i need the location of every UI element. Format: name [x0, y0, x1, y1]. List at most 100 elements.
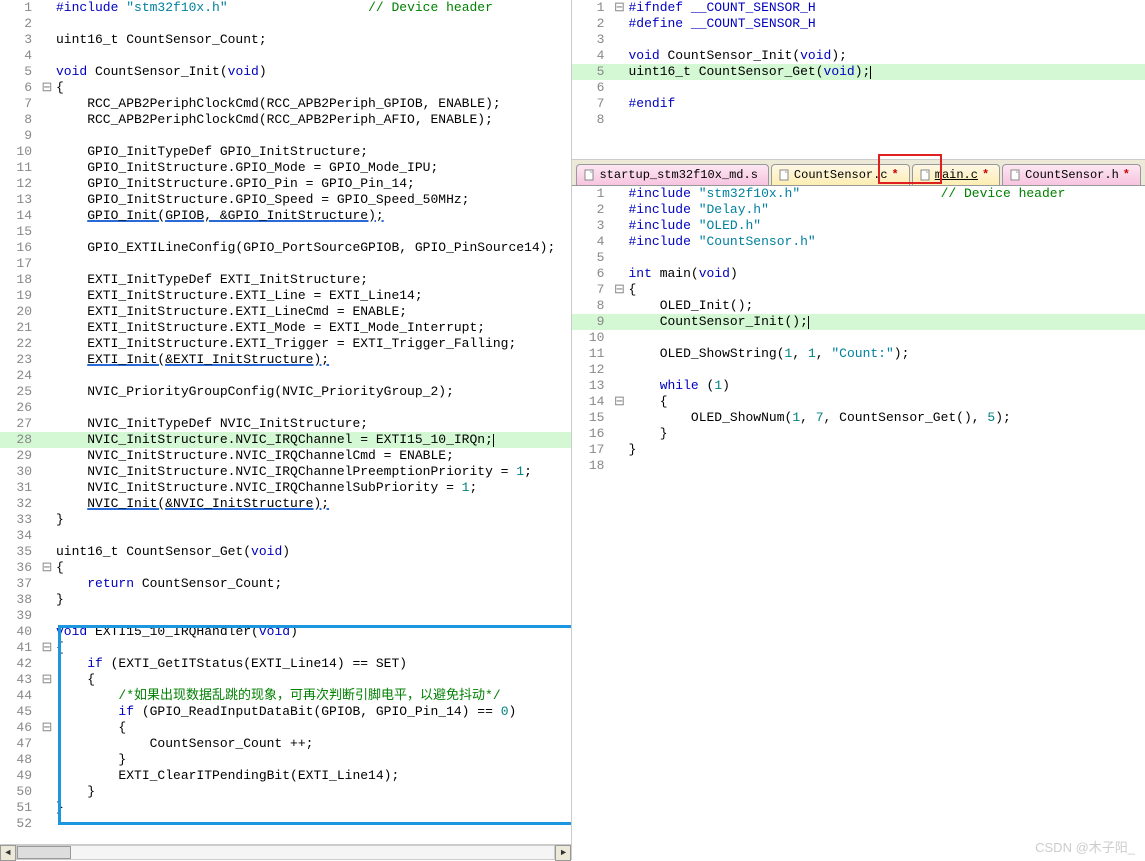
code-text[interactable]: { — [54, 640, 64, 656]
code-text[interactable]: uint16_t CountSensor_Get(void) — [54, 544, 290, 560]
code-line[interactable]: 1#include "stm32f10x.h" // Device header — [0, 0, 571, 16]
code-line[interactable]: 3 — [572, 32, 1145, 48]
code-line[interactable]: 27 NVIC_InitTypeDef NVIC_InitStructure; — [0, 416, 571, 432]
code-line[interactable]: 3#include "OLED.h" — [572, 218, 1145, 234]
code-line[interactable]: 45 if (GPIO_ReadInputDataBit(GPIOB, GPIO… — [0, 704, 571, 720]
code-line[interactable]: 17} — [572, 442, 1145, 458]
code-text[interactable] — [54, 224, 56, 240]
scroll-track[interactable] — [16, 845, 555, 860]
right-bottom-editor[interactable]: 1#include "stm32f10x.h" // Device header… — [572, 186, 1145, 860]
code-line[interactable]: 1⊟#ifndef __COUNT_SENSOR_H — [572, 0, 1145, 16]
code-line[interactable]: 3uint16_t CountSensor_Count; — [0, 32, 571, 48]
code-text[interactable]: if (GPIO_ReadInputDataBit(GPIOB, GPIO_Pi… — [54, 704, 516, 720]
code-text[interactable]: if (EXTI_GetITStatus(EXTI_Line14) == SET… — [54, 656, 407, 672]
code-line[interactable]: 5uint16_t CountSensor_Get(void); — [572, 64, 1145, 80]
code-line[interactable]: 19 EXTI_InitStructure.EXTI_Line = EXTI_L… — [0, 288, 571, 304]
code-text[interactable]: NVIC_Init(&NVIC_InitStructure); — [54, 496, 329, 512]
fold-toggle[interactable]: ⊟ — [612, 394, 626, 410]
code-text[interactable]: GPIO_InitStructure.GPIO_Mode = GPIO_Mode… — [54, 160, 438, 176]
code-text[interactable]: #endif — [626, 96, 675, 112]
code-line[interactable]: 12 — [572, 362, 1145, 378]
code-text[interactable]: CountSensor_Init(); — [626, 314, 808, 330]
code-line[interactable]: 17 — [0, 256, 571, 272]
code-line[interactable]: 13 GPIO_InitStructure.GPIO_Speed = GPIO_… — [0, 192, 571, 208]
code-text[interactable]: } — [54, 800, 64, 816]
code-line[interactable]: 18 EXTI_InitTypeDef EXTI_InitStructure; — [0, 272, 571, 288]
code-line[interactable]: 4#include "CountSensor.h" — [572, 234, 1145, 250]
code-text[interactable]: OLED_ShowString(1, 1, "Count:"); — [626, 346, 909, 362]
code-text[interactable]: NVIC_InitStructure.NVIC_IRQChannel = EXT… — [54, 432, 494, 448]
code-line[interactable]: 47 CountSensor_Count ++; — [0, 736, 571, 752]
code-line[interactable]: 2 — [0, 16, 571, 32]
code-text[interactable]: #include "CountSensor.h" — [626, 234, 815, 250]
code-line[interactable]: 34 — [0, 528, 571, 544]
code-line[interactable]: 8 RCC_APB2PeriphClockCmd(RCC_APB2Periph_… — [0, 112, 571, 128]
code-line[interactable]: 49 EXTI_ClearITPendingBit(EXTI_Line14); — [0, 768, 571, 784]
code-line[interactable]: 10 — [572, 330, 1145, 346]
code-text[interactable] — [54, 528, 56, 544]
code-line[interactable]: 43⊟ { — [0, 672, 571, 688]
fold-toggle[interactable]: ⊟ — [612, 282, 626, 298]
code-text[interactable]: EXTI_InitStructure.EXTI_LineCmd = ENABLE… — [54, 304, 407, 320]
code-line[interactable]: 44 /*如果出现数据乱跳的现象，可再次判断引脚电平，以避免抖动*/ — [0, 688, 571, 704]
code-text[interactable]: void EXTI15_10_IRQHandler(void) — [54, 624, 298, 640]
code-text[interactable]: EXTI_InitStructure.EXTI_Line = EXTI_Line… — [54, 288, 423, 304]
code-text[interactable]: EXTI_InitStructure.EXTI_Mode = EXTI_Mode… — [54, 320, 485, 336]
code-line[interactable]: 18 — [572, 458, 1145, 474]
code-text[interactable]: void CountSensor_Init(void) — [54, 64, 267, 80]
code-text[interactable]: RCC_APB2PeriphClockCmd(RCC_APB2Periph_AF… — [54, 112, 493, 128]
code-text[interactable]: GPIO_InitStructure.GPIO_Speed = GPIO_Spe… — [54, 192, 469, 208]
code-line[interactable]: 48 } — [0, 752, 571, 768]
code-text[interactable] — [54, 816, 56, 832]
code-text[interactable] — [54, 16, 56, 32]
code-text[interactable]: uint16_t CountSensor_Count; — [54, 32, 267, 48]
code-text[interactable] — [626, 32, 628, 48]
code-line[interactable]: 2#include "Delay.h" — [572, 202, 1145, 218]
tab-countsensor-c[interactable]: CountSensor.c* — [771, 164, 910, 185]
code-line[interactable]: 29 NVIC_InitStructure.NVIC_IRQChannelCmd… — [0, 448, 571, 464]
code-line[interactable]: 39 — [0, 608, 571, 624]
code-text[interactable]: { — [626, 394, 667, 410]
tab-main-c[interactable]: main.c* — [912, 164, 1000, 185]
code-text[interactable]: EXTI_Init(&EXTI_InitStructure); — [54, 352, 329, 368]
code-text[interactable] — [626, 112, 628, 128]
code-line[interactable]: 32 NVIC_Init(&NVIC_InitStructure); — [0, 496, 571, 512]
left-editor[interactable]: 1#include "stm32f10x.h" // Device header… — [0, 0, 571, 844]
code-line[interactable]: 7⊟{ — [572, 282, 1145, 298]
code-line[interactable]: 22 EXTI_InitStructure.EXTI_Trigger = EXT… — [0, 336, 571, 352]
code-line[interactable]: 9 CountSensor_Init(); — [572, 314, 1145, 330]
code-text[interactable]: } — [54, 784, 95, 800]
code-line[interactable]: 36⊟{ — [0, 560, 571, 576]
code-line[interactable]: 6 — [572, 80, 1145, 96]
code-text[interactable] — [54, 256, 56, 272]
code-text[interactable]: EXTI_InitTypeDef EXTI_InitStructure; — [54, 272, 368, 288]
code-line[interactable]: 11 OLED_ShowString(1, 1, "Count:"); — [572, 346, 1145, 362]
scrollbar-horizontal-left[interactable]: ◄ ► — [0, 844, 571, 860]
code-text[interactable]: EXTI_ClearITPendingBit(EXTI_Line14); — [54, 768, 399, 784]
code-text[interactable] — [626, 362, 628, 378]
code-text[interactable]: { — [54, 672, 95, 688]
code-text[interactable]: RCC_APB2PeriphClockCmd(RCC_APB2Periph_GP… — [54, 96, 501, 112]
code-line[interactable]: 16 } — [572, 426, 1145, 442]
code-text[interactable]: #include "OLED.h" — [626, 218, 761, 234]
code-text[interactable]: GPIO_InitTypeDef GPIO_InitStructure; — [54, 144, 368, 160]
code-line[interactable]: 8 OLED_Init(); — [572, 298, 1145, 314]
code-text[interactable]: #include "stm32f10x.h" // Device header — [54, 0, 493, 16]
code-text[interactable] — [54, 48, 56, 64]
code-text[interactable] — [54, 128, 56, 144]
code-line[interactable]: 14⊟ { — [572, 394, 1145, 410]
scroll-right-button[interactable]: ► — [555, 845, 571, 861]
code-line[interactable]: 52 — [0, 816, 571, 832]
tab-startup-stm32f10x-md-s[interactable]: startup_stm32f10x_md.s — [576, 164, 768, 185]
code-line[interactable]: 6int main(void) — [572, 266, 1145, 282]
code-text[interactable] — [626, 330, 628, 346]
code-line[interactable]: 33} — [0, 512, 571, 528]
code-line[interactable]: 15 — [0, 224, 571, 240]
code-line[interactable]: 25 NVIC_PriorityGroupConfig(NVIC_Priorit… — [0, 384, 571, 400]
scroll-left-button[interactable]: ◄ — [0, 845, 16, 861]
code-line[interactable]: 37 return CountSensor_Count; — [0, 576, 571, 592]
code-line[interactable]: 26 — [0, 400, 571, 416]
code-line[interactable]: 28 NVIC_InitStructure.NVIC_IRQChannel = … — [0, 432, 571, 448]
code-text[interactable] — [626, 250, 628, 266]
code-line[interactable]: 35uint16_t CountSensor_Get(void) — [0, 544, 571, 560]
